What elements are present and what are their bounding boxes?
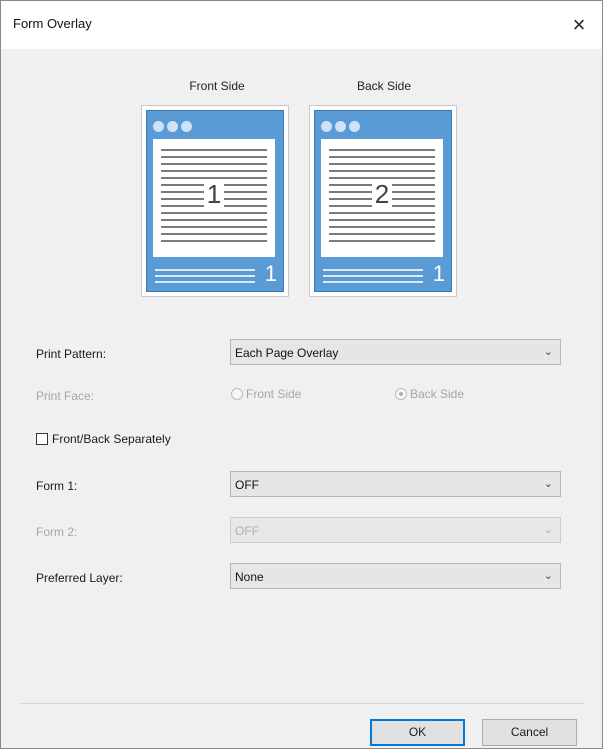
page-sheet: 1	[153, 139, 275, 257]
print-face-label: Print Face:	[36, 389, 95, 403]
front-back-separately-label: Front/Back Separately	[52, 432, 171, 446]
footer-divider	[20, 703, 584, 704]
chevron-down-icon: ⌄	[543, 570, 553, 582]
close-button[interactable]: ×	[556, 1, 602, 49]
print-pattern-value: Each Page Overlay	[235, 346, 339, 360]
cancel-button[interactable]: Cancel	[482, 719, 577, 746]
radio-circle-icon	[231, 388, 243, 400]
checkbox-icon	[36, 433, 48, 445]
chevron-down-icon: ⌄	[543, 524, 553, 536]
front-corner-number: 1	[264, 261, 277, 286]
back-page-preview: 2 1	[309, 105, 457, 297]
print-pattern-label: Print Pattern:	[36, 347, 107, 361]
back-side-label: Back Side	[356, 79, 412, 93]
form2-label: Form 2:	[36, 525, 78, 539]
front-side-radio[interactable]: Front Side	[231, 387, 301, 401]
bottom-lines	[323, 269, 423, 287]
back-corner-number: 1	[432, 261, 445, 286]
window-title: Form Overlay	[13, 16, 92, 31]
back-side-radio[interactable]: Back Side	[395, 387, 464, 401]
radio-selected-icon	[395, 388, 407, 400]
print-pattern-dropdown[interactable]: Each Page Overlay ⌄	[230, 339, 561, 365]
chevron-down-icon: ⌄	[543, 478, 553, 490]
page-sheet: 2	[321, 139, 443, 257]
front-side-radio-label: Front Side	[246, 387, 302, 401]
form-overlay-dialog: Form Overlay × Front Side Back Side 1 1	[0, 0, 603, 749]
window-dots-icon	[153, 121, 192, 132]
form2-value: OFF	[235, 524, 259, 538]
bottom-lines	[155, 269, 255, 287]
preferred-layer-label: Preferred Layer:	[36, 571, 123, 585]
preferred-layer-dropdown[interactable]: None ⌄	[230, 563, 561, 589]
form1-value: OFF	[235, 478, 259, 492]
back-page-number: 2	[371, 179, 393, 209]
window-dots-icon	[321, 121, 360, 132]
front-back-separately-checkbox[interactable]: Front/Back Separately	[36, 432, 171, 446]
front-side-label: Front Side	[189, 79, 245, 93]
title-bar: Form Overlay ×	[1, 1, 602, 49]
form1-label: Form 1:	[36, 479, 78, 493]
front-page-preview: 1 1	[141, 105, 289, 297]
preferred-layer-value: None	[235, 570, 264, 584]
form1-dropdown[interactable]: OFF ⌄	[230, 471, 561, 497]
front-page-number: 1	[203, 179, 225, 209]
back-side-radio-label: Back Side	[410, 387, 465, 401]
close-icon: ×	[572, 12, 586, 37]
ok-button[interactable]: OK	[370, 719, 465, 746]
chevron-down-icon: ⌄	[543, 346, 553, 358]
form2-dropdown: OFF ⌄	[230, 517, 561, 543]
